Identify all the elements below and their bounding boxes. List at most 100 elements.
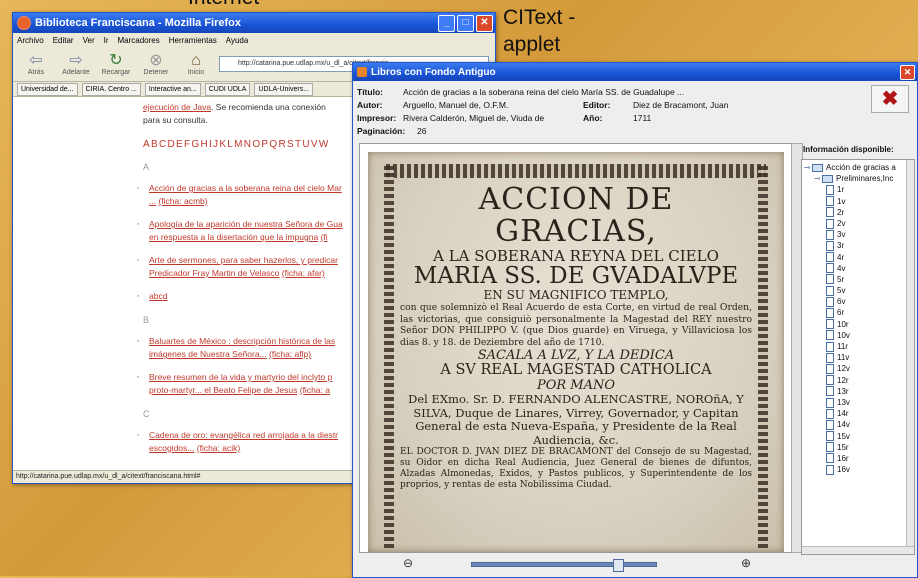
menu-item[interactable]: Ver (83, 36, 95, 45)
page-icon (826, 386, 834, 397)
reload-button[interactable]: ↻ Recargar (99, 51, 133, 76)
page-line-6: SACALA A LVZ, Y LA DEDICA (477, 348, 675, 363)
tree-page-node[interactable]: 6v (804, 296, 914, 307)
applet-close-button[interactable]: ✕ (900, 65, 915, 80)
catalog-title-cont[interactable]: escogidos... (149, 443, 194, 453)
toc-tree[interactable]: ⊸ Acción de gracias a ⊸ Preliminares,Inc 1… (801, 159, 915, 555)
menu-item[interactable]: Ir (104, 36, 109, 45)
tree-page-node[interactable]: 12r (804, 375, 914, 386)
tree-root[interactable]: ⊸ Acción de gracias a (804, 162, 914, 173)
close-button[interactable]: ✕ (476, 15, 493, 32)
firefox-icon (17, 16, 31, 30)
tree-page-node[interactable]: 12v (804, 363, 914, 374)
catalog-title-link[interactable]: Acción de gracias a la soberana reina de… (149, 183, 342, 193)
zoom-slider-thumb[interactable] (612, 559, 624, 572)
exit-button[interactable]: ✖ (871, 85, 909, 113)
back-button[interactable]: ⇦ Atrás (19, 51, 53, 76)
tree-page-node[interactable]: 16v (804, 464, 914, 475)
tree-page-label: 4r (837, 252, 845, 262)
ficha-link[interactable]: (ficha: aflp) (269, 349, 311, 359)
bookmark-item[interactable]: Interactive an... (144, 82, 201, 96)
java-link[interactable]: ejecución de Java (143, 102, 211, 112)
catalog-title-link[interactable]: Breve resumen de la vida y martyrio del … (149, 372, 332, 382)
tree-page-node[interactable]: 2v (804, 218, 914, 229)
maximize-button[interactable]: □ (457, 15, 474, 32)
expand-icon: ⊸ (814, 174, 821, 184)
tree-page-node[interactable]: 11r (804, 341, 914, 352)
page-icon (826, 408, 834, 419)
catalog-title-cont[interactable]: en respuesta a la disertación que la imp… (149, 232, 318, 242)
catalog-title-cont[interactable]: proto-martyr... el Beato Felipe de Jesus (149, 385, 297, 395)
home-button[interactable]: ⌂ Inicio (179, 51, 213, 76)
menu-item[interactable]: Editar (53, 36, 74, 45)
menu-item[interactable]: Archivo (17, 36, 44, 45)
tree-page-node[interactable]: 15r (804, 442, 914, 453)
java-cup-icon (357, 67, 367, 77)
zoom-out-icon[interactable]: ⊖ (401, 556, 415, 570)
tree-folder[interactable]: ⊸ Preliminares,Inc (804, 173, 914, 184)
tree-page-node[interactable]: 4r (804, 252, 914, 263)
ano-label: Año: (583, 112, 603, 123)
catalog-title-link[interactable]: Apología de la aparición de nuestra Seño… (149, 219, 343, 229)
ficha-link[interactable]: (ficha: acmb) (158, 196, 207, 206)
menu-item[interactable]: Marcadores (118, 36, 160, 45)
tree-page-node[interactable]: 13v (804, 397, 914, 408)
tree-page-node[interactable]: 16r (804, 453, 914, 464)
tree-page-label: 1r (837, 185, 845, 195)
tree-page-node[interactable]: 3r (804, 240, 914, 251)
page-viewer[interactable]: ACCION DE GRACIAS, A LA SOBERANA REYNA D… (359, 143, 793, 553)
zoom-in-icon[interactable]: ⊕ (739, 556, 753, 570)
tree-page-node[interactable]: 14r (804, 408, 914, 419)
bookmark-item[interactable]: Universidad de... (17, 82, 78, 96)
firefox-titlebar[interactable]: Biblioteca Franciscana - Mozilla Firefox… (13, 13, 495, 33)
tree-page-node[interactable]: 11v (804, 352, 914, 363)
tree-page-node[interactable]: 1v (804, 196, 914, 207)
menu-item[interactable]: Ayuda (226, 36, 249, 45)
ficha-link[interactable]: (ficha: afar) (282, 268, 325, 278)
toc-vertical-scrollbar[interactable] (906, 160, 914, 554)
tree-page-node[interactable]: 6r (804, 307, 914, 319)
ficha-link[interactable]: (ficha: a (300, 385, 330, 395)
stop-icon: ⊗ (149, 51, 163, 69)
catalog-title-cont[interactable]: imágenes de Nuestra Señora... (149, 349, 267, 359)
tree-page-node[interactable]: 5r (804, 274, 914, 285)
applet-titlebar[interactable]: Libros con Fondo Antiguo ✕ (353, 63, 917, 81)
tree-page-node[interactable]: 15v (804, 431, 914, 442)
zoom-slider[interactable] (471, 559, 657, 572)
tree-page-label: 13v (837, 397, 850, 407)
tree-page-node[interactable]: 4v (804, 263, 914, 274)
back-arrow-icon: ⇦ (29, 51, 43, 69)
catalog-title-link[interactable]: abcd (149, 291, 167, 301)
ficha-link[interactable]: (ficha: acik) (197, 443, 240, 453)
page-paragraph-3: EL DOCTOR D. JVAN DIEZ DE BRACAMONT del … (400, 447, 752, 490)
back-label: Atrás (27, 68, 45, 76)
tree-page-node[interactable]: 10v (804, 330, 914, 341)
stop-button[interactable]: ⊗ Detener (139, 51, 173, 76)
firefox-title: Biblioteca Franciscana - Mozilla Firefox (35, 17, 241, 29)
tree-page-node[interactable]: 13r (804, 386, 914, 397)
tree-page-node[interactable]: 14v (804, 419, 914, 430)
catalog-title-link[interactable]: Arte de sermones, para saber hazerlos, y… (149, 255, 338, 265)
ficha-link[interactable]: (fi (321, 232, 328, 242)
bookmark-item[interactable]: CIRIA. Centro ... (81, 82, 141, 96)
bookmark-item[interactable]: CUDI UDLA (204, 82, 251, 96)
bookmark-item[interactable]: UDLA-Univers... (254, 82, 314, 96)
tree-page-node[interactable]: 3v (804, 229, 914, 240)
tree-folder-label: Preliminares,Inc (836, 174, 894, 184)
tree-page-node[interactable]: 2r (804, 207, 914, 218)
tree-page-node[interactable]: 10r (804, 319, 914, 330)
forward-button[interactable]: ⇨ Adelante (59, 52, 93, 76)
menu-item[interactable]: Herramientas (169, 36, 217, 45)
page-icon (826, 352, 834, 363)
reload-icon: ↻ (109, 51, 123, 69)
catalog-title-link[interactable]: Cadena de oro: evangélica red arrojada a… (149, 430, 338, 440)
catalog-title-link[interactable]: Baluartes de México : descripción histór… (149, 336, 335, 346)
toc-horizontal-scrollbar[interactable] (802, 546, 914, 554)
catalog-title-cont[interactable]: Predicador Fray Martin de Velasco (149, 268, 279, 278)
tree-page-node[interactable]: 5v (804, 285, 914, 296)
tree-page-node[interactable]: 1r (804, 184, 914, 195)
minimize-button[interactable]: _ (438, 15, 455, 32)
page-icon (826, 296, 834, 307)
catalog-title-cont[interactable]: ... (149, 196, 156, 206)
home-icon: ⌂ (191, 51, 201, 69)
